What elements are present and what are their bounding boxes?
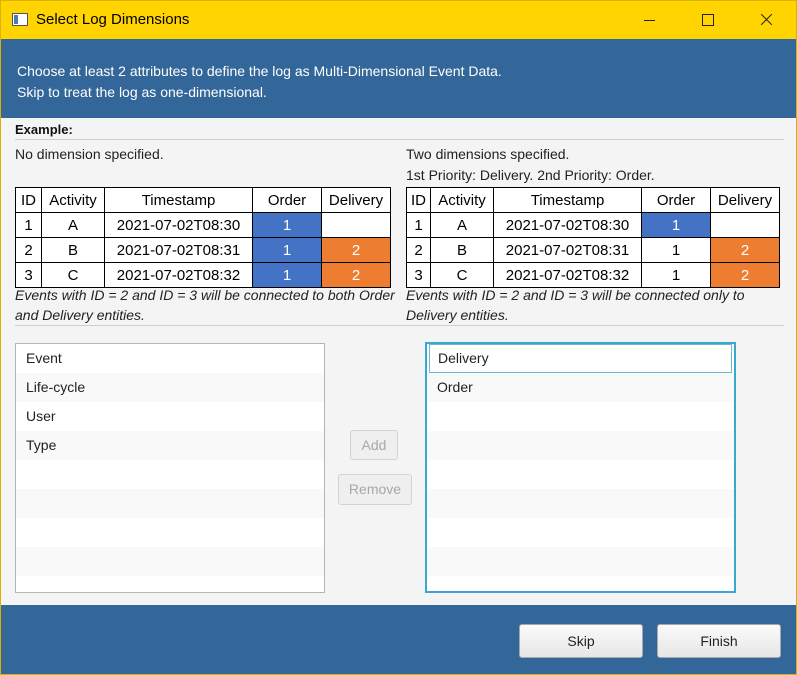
left-example-label: No dimension specified. bbox=[15, 146, 164, 162]
table-cell-delivery: 2 bbox=[321, 262, 391, 288]
empty-list-row bbox=[16, 576, 324, 592]
empty-list-row bbox=[16, 489, 324, 518]
table-cell: C bbox=[430, 262, 494, 288]
right-example-label: Two dimensions specified. bbox=[406, 146, 570, 162]
empty-list-row bbox=[427, 518, 734, 547]
list-item[interactable]: User bbox=[16, 402, 324, 431]
column-header-delivery: Delivery bbox=[321, 187, 391, 213]
table-cell: 3 bbox=[406, 262, 431, 288]
table-row: 2 B 2021-07-02T08:31 1 2 bbox=[406, 237, 780, 263]
window-title: Select Log Dimensions bbox=[36, 11, 190, 28]
column-header-id: ID bbox=[15, 187, 42, 213]
list-item[interactable]: Life-cycle bbox=[16, 373, 324, 402]
right-example-priority: 1st Priority: Delivery. 2nd Priority: Or… bbox=[406, 167, 655, 183]
table-row: 3 C 2021-07-02T08:32 1 2 bbox=[406, 262, 780, 288]
right-example-table: ID Activity Timestamp Order Delivery 1 A… bbox=[406, 187, 780, 288]
dialog-content: Example: No dimension specified. ID Acti… bbox=[1, 118, 796, 605]
table-row: 3 C 2021-07-02T08:32 1 2 bbox=[15, 262, 391, 288]
empty-list-row bbox=[16, 547, 324, 576]
dialog-window: Select Log Dimensions Choose at least 2 … bbox=[0, 0, 797, 675]
empty-list-row bbox=[16, 518, 324, 547]
table-cell: 2021-07-02T08:30 bbox=[493, 212, 642, 238]
column-header-order: Order bbox=[641, 187, 711, 213]
table-cell: 1 bbox=[406, 212, 431, 238]
table-cell-delivery: 2 bbox=[710, 237, 780, 263]
selected-attributes-list[interactable]: Delivery Order bbox=[425, 342, 736, 593]
table-cell: 2021-07-02T08:31 bbox=[493, 237, 642, 263]
table-cell-order: 1 bbox=[252, 212, 322, 238]
empty-list-row bbox=[427, 576, 734, 591]
section-divider bbox=[15, 325, 784, 326]
table-cell-order: 1 bbox=[641, 237, 711, 263]
column-header-timestamp: Timestamp bbox=[104, 187, 253, 213]
table-cell-order: 1 bbox=[252, 262, 322, 288]
table-cell: 2021-07-02T08:31 bbox=[104, 237, 253, 263]
table-cell-delivery bbox=[321, 212, 391, 238]
empty-list-row bbox=[427, 431, 734, 460]
table-cell: 2021-07-02T08:32 bbox=[493, 262, 642, 288]
close-icon[interactable] bbox=[743, 1, 789, 39]
table-cell: 2021-07-02T08:32 bbox=[104, 262, 253, 288]
table-cell-order: 1 bbox=[252, 237, 322, 263]
table-cell-delivery: 2 bbox=[321, 237, 391, 263]
column-header-timestamp: Timestamp bbox=[493, 187, 642, 213]
empty-list-row bbox=[427, 547, 734, 576]
table-header-row: ID Activity Timestamp Order Delivery bbox=[406, 187, 780, 213]
column-header-id: ID bbox=[406, 187, 431, 213]
table-cell: 2 bbox=[15, 237, 42, 263]
empty-list-row bbox=[427, 402, 734, 431]
example-divider bbox=[15, 139, 784, 140]
table-cell: B bbox=[430, 237, 494, 263]
available-attributes-list[interactable]: Event Life-cycle User Type bbox=[15, 343, 325, 593]
left-example-caption: Events with ID = 2 and ID = 3 will be co… bbox=[15, 287, 395, 323]
left-example-table: ID Activity Timestamp Order Delivery 1 A… bbox=[15, 187, 391, 288]
example-title: Example: bbox=[15, 122, 73, 137]
column-header-order: Order bbox=[252, 187, 322, 213]
column-header-delivery: Delivery bbox=[710, 187, 780, 213]
table-header-row: ID Activity Timestamp Order Delivery bbox=[15, 187, 391, 213]
table-cell-delivery: 2 bbox=[710, 262, 780, 288]
table-cell: 2021-07-02T08:30 bbox=[104, 212, 253, 238]
column-header-activity: Activity bbox=[41, 187, 105, 213]
dialog-footer: Skip Finish bbox=[1, 605, 796, 674]
empty-list-row bbox=[16, 460, 324, 489]
table-cell-delivery bbox=[710, 212, 780, 238]
table-cell: 1 bbox=[15, 212, 42, 238]
right-example-caption: Events with ID = 2 and ID = 3 will be co… bbox=[406, 287, 745, 323]
list-item-selected[interactable]: Delivery bbox=[429, 344, 732, 373]
column-header-activity: Activity bbox=[430, 187, 494, 213]
table-row: 2 B 2021-07-02T08:31 1 2 bbox=[15, 237, 391, 263]
instruction-line-2: Skip to treat the log as one-dimensional… bbox=[17, 84, 267, 100]
list-item[interactable]: Event bbox=[16, 344, 324, 373]
app-window-icon bbox=[12, 13, 28, 26]
list-item[interactable]: Order bbox=[427, 373, 734, 402]
table-cell-order: 1 bbox=[641, 212, 711, 238]
instructions-header: Choose at least 2 attributes to define t… bbox=[1, 39, 796, 118]
title-bar[interactable]: Select Log Dimensions bbox=[1, 1, 796, 39]
table-cell-order: 1 bbox=[641, 262, 711, 288]
remove-button[interactable]: Remove bbox=[338, 474, 412, 505]
maximize-icon[interactable] bbox=[685, 1, 731, 39]
empty-list-row bbox=[427, 489, 734, 518]
table-cell: C bbox=[41, 262, 105, 288]
table-cell: B bbox=[41, 237, 105, 263]
table-row: 1 A 2021-07-02T08:30 1 bbox=[15, 212, 391, 238]
table-cell: 2 bbox=[406, 237, 431, 263]
list-item[interactable]: Type bbox=[16, 431, 324, 460]
empty-list-row bbox=[427, 460, 734, 489]
finish-button[interactable]: Finish bbox=[657, 624, 781, 658]
add-button[interactable]: Add bbox=[350, 430, 398, 460]
skip-button[interactable]: Skip bbox=[519, 624, 643, 658]
instruction-line-1: Choose at least 2 attributes to define t… bbox=[17, 63, 502, 79]
table-cell: A bbox=[430, 212, 494, 238]
table-cell: 3 bbox=[15, 262, 42, 288]
minimize-icon[interactable] bbox=[627, 1, 673, 39]
table-cell: A bbox=[41, 212, 105, 238]
table-row: 1 A 2021-07-02T08:30 1 bbox=[406, 212, 780, 238]
